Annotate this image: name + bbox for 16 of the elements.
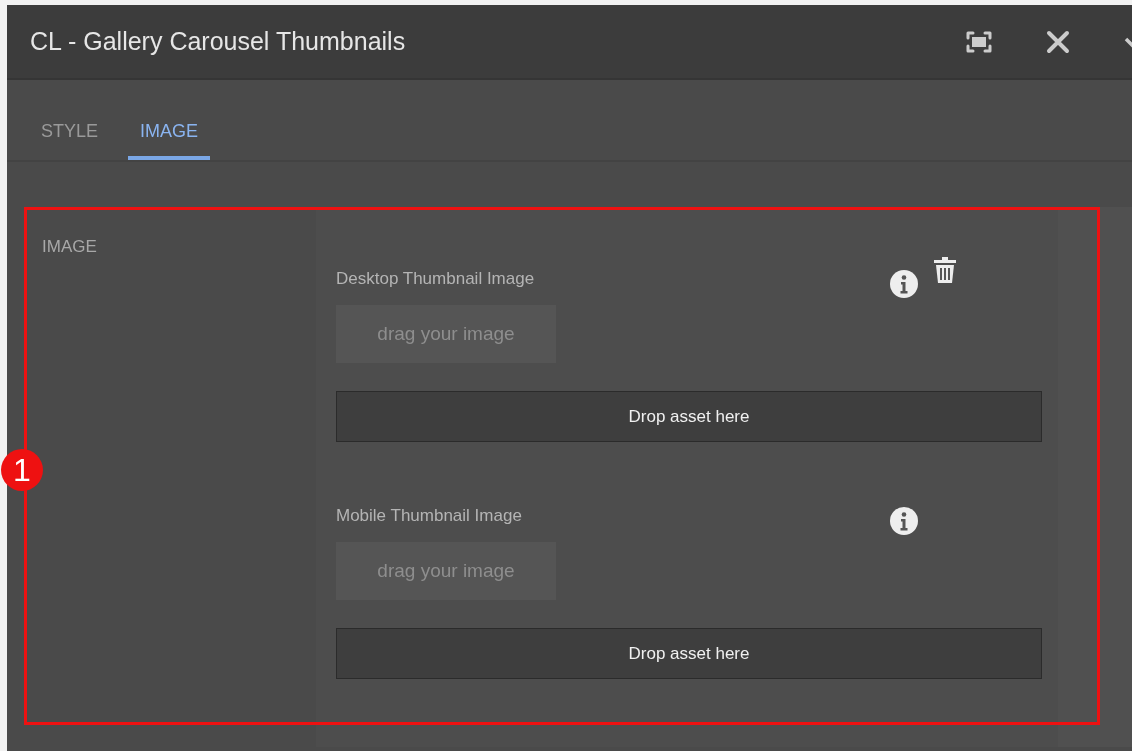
section-label: IMAGE <box>42 237 97 256</box>
close-icon[interactable] <box>1046 29 1070 54</box>
tab[interactable]: IMAGE <box>128 80 211 160</box>
fullscreen-icon[interactable] <box>966 30 992 53</box>
info-icon[interactable] <box>889 506 919 536</box>
info-icon[interactable] <box>889 269 919 299</box>
annotation-number: 1 <box>1 449 43 491</box>
window-title: CL - Gallery Carousel Thumbnails <box>30 27 407 56</box>
drop-asset-button[interactable]: Drop asset here <box>336 391 1042 442</box>
field-label: Desktop Thumbnail Image <box>336 269 535 289</box>
delete-icon[interactable] <box>933 256 957 284</box>
image-drop-field[interactable]: drag your image <box>336 305 556 363</box>
image-drop-field[interactable]: drag your image <box>336 542 556 600</box>
drop-asset-button[interactable]: Drop asset here <box>336 628 1042 679</box>
field-label: Mobile Thumbnail Image <box>336 506 522 526</box>
tab[interactable]: STYLE <box>29 80 111 160</box>
